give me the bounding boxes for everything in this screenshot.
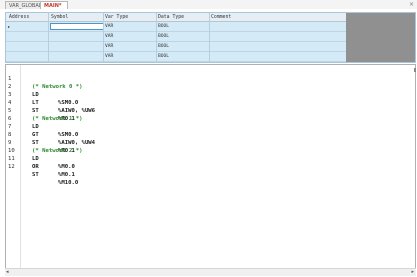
scroll-left-icon[interactable]: ◂	[6, 269, 9, 276]
code-line[interactable]: 5 (* Network 1 *)	[6, 99, 83, 122]
table-row[interactable]: VAR BOOL	[6, 52, 346, 62]
instruction-operand: %AIW0, %UW6	[58, 108, 96, 114]
column-divider	[48, 13, 49, 62]
instruction-operand: %AIW0, %UW4	[58, 140, 96, 146]
instruction-operator: LD	[32, 156, 39, 162]
scroll-right-icon[interactable]: ▸	[411, 269, 414, 276]
column-divider	[103, 13, 104, 62]
instruction-operator: ST	[32, 108, 39, 114]
symbol-input[interactable]	[50, 23, 104, 30]
code-line[interactable]: 6 LD %SM0.0	[6, 107, 78, 138]
instruction-operator: LT	[32, 100, 39, 106]
code-line[interactable]: 2 LD %SM0.0	[6, 75, 78, 106]
instruction-operator: OR	[32, 164, 39, 170]
column-header-address[interactable]: Address	[9, 13, 29, 21]
instruction-operand: %M0.0	[58, 164, 75, 170]
tab-bar: VAR_GLOBAL MAIN* ×	[0, 0, 417, 9]
vertical-scrollbar-marker[interactable]	[414, 68, 416, 72]
variable-table-header: Address Symbol Var Type Data Type Commen…	[6, 13, 346, 22]
tab-var-global[interactable]: VAR_GLOBAL	[5, 1, 42, 9]
variable-table: Address Symbol Var Type Data Type Commen…	[5, 12, 416, 63]
network-comment: (* Network 1 *)	[32, 116, 83, 122]
line-number: 12	[8, 164, 15, 170]
data-type-cell[interactable]: BOOL	[158, 22, 169, 32]
instruction-operand: %M10.0	[58, 180, 79, 186]
code-line[interactable]: 9 (* Network 2 *)	[6, 131, 83, 154]
column-divider	[209, 13, 210, 62]
empty-gray-area	[346, 13, 415, 62]
instruction-operator: ST	[32, 140, 39, 146]
code-line[interactable]: 4 ST %M0.1	[6, 91, 75, 122]
horizontal-scrollbar[interactable]: ◂ ▸	[5, 268, 416, 276]
code-line[interactable]: 12 ST %M10.0	[6, 155, 78, 186]
table-row[interactable]: ▸ VAR BOOL	[6, 22, 346, 32]
column-header-comment[interactable]: Comment	[211, 13, 231, 21]
table-row[interactable]: VAR BOOL	[6, 42, 346, 52]
code-line[interactable]: 7 GT %AIW0, %UW4	[6, 115, 95, 146]
var-type-cell[interactable]: VAR	[105, 42, 113, 52]
instruction-operator: LD	[32, 124, 39, 130]
column-header-var-type[interactable]: Var Type	[105, 13, 128, 21]
data-type-cell[interactable]: BOOL	[158, 32, 169, 42]
instruction-operand: %SM0.0	[58, 132, 79, 138]
table-row[interactable]: VAR BOOL	[6, 32, 346, 42]
instruction-operator: LD	[32, 92, 39, 98]
column-header-data-type[interactable]: Data Type	[158, 13, 184, 21]
column-divider	[156, 13, 157, 62]
instruction-operand: %M0.1	[58, 172, 75, 178]
tab-main[interactable]: MAIN*	[40, 1, 68, 9]
code-line[interactable]: 1 (* Network 0 *)	[6, 67, 83, 90]
code-line[interactable]: 10 LD %M0.0	[6, 139, 75, 170]
code-line[interactable]: 11 OR %M0.1	[6, 147, 75, 178]
il-code-editor[interactable]: 1 (* Network 0 *) 2 LD %SM0.0 3 LT %AIW0…	[5, 64, 416, 273]
instruction-operator: ST	[32, 172, 39, 178]
data-type-cell[interactable]: BOOL	[158, 42, 169, 52]
close-icon[interactable]: ×	[409, 0, 414, 9]
instruction-operand: %SM0.0	[58, 100, 79, 106]
data-type-cell[interactable]: BOOL	[158, 52, 169, 62]
column-header-symbol[interactable]: Symbol	[51, 13, 68, 21]
current-row-marker-icon: ▸	[8, 24, 11, 29]
var-type-cell[interactable]: VAR	[105, 52, 113, 62]
instruction-operator: GT	[32, 132, 39, 138]
var-type-cell[interactable]: VAR	[105, 22, 113, 32]
network-comment: (* Network 2 *)	[32, 148, 83, 154]
code-line[interactable]: 3 LT %AIW0, %UW6	[6, 83, 95, 114]
network-comment: (* Network 0 *)	[32, 84, 83, 90]
var-type-cell[interactable]: VAR	[105, 32, 113, 42]
code-line[interactable]: 8 ST %M0.1	[6, 123, 75, 154]
